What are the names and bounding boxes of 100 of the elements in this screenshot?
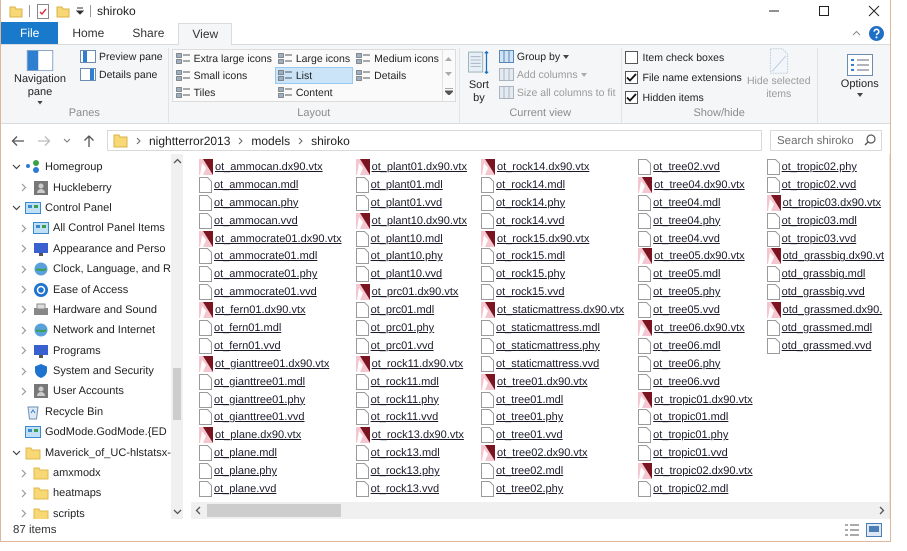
file-name[interactable]: ot_tree02.phy [496, 482, 564, 495]
file-name[interactable]: ot_plane.phy [214, 465, 277, 478]
file-name[interactable]: ot_plant01.vvd [370, 196, 442, 209]
address-bar[interactable]: nightterror2013 models shiroko [107, 130, 762, 151]
collapse-icon[interactable] [852, 30, 861, 36]
tree-item[interactable]: System and Security [53, 365, 154, 378]
file-name[interactable]: ot_tree01.mdl [496, 394, 564, 406]
layout-option[interactable]: Large icons [274, 50, 354, 67]
collapsed-icon[interactable] [21, 386, 27, 396]
collapsed-icon[interactable] [21, 183, 27, 192]
tree-item[interactable]: GodMode.GodMode.{ED [45, 426, 167, 438]
large-icons-view-icon[interactable] [866, 523, 882, 537]
file-name[interactable]: ot_ammocan.mdl [214, 178, 298, 191]
file-name[interactable]: ot_rock13.dx90.vtx [372, 429, 464, 442]
layout-option[interactable]: List [274, 67, 354, 84]
checkbox[interactable] [624, 91, 638, 104]
file-name[interactable]: ot_gianttree01.dx90.vtx [215, 358, 330, 370]
file-name[interactable]: ot_tree05.vvd [653, 304, 720, 316]
file-name[interactable]: ot_tree02.mdl [496, 465, 564, 478]
back-icon[interactable] [11, 134, 25, 146]
file-name[interactable]: ot_staticmattress.dx90.vtx [496, 304, 624, 316]
file-name[interactable]: ot_ammocan.phy [214, 196, 298, 209]
file-name[interactable]: ot_tropic01.phy [653, 429, 728, 442]
file-name[interactable]: otd_grassmed.dx90. [782, 304, 882, 316]
file-name[interactable]: ot_ammocrate01.phy [214, 268, 318, 280]
file-name[interactable]: ot_tree06.dx90.vtx [654, 322, 745, 334]
more-icon[interactable] [444, 88, 453, 96]
file-name[interactable]: ot_rock14.mdl [496, 178, 566, 191]
checkbox[interactable] [624, 51, 638, 64]
file-name[interactable]: ot_rock11.phy [370, 394, 439, 406]
collapsed-icon[interactable] [21, 305, 27, 314]
tree-item[interactable]: Maverick_of_UC-hlstatsx- [45, 446, 171, 459]
pane-toggle-button[interactable]: Preview pane [78, 48, 165, 65]
sort-by-button[interactable]: Sort by [462, 48, 495, 107]
chevron-icon[interactable] [298, 136, 304, 144]
file-name[interactable]: ot_rock13.mdl [370, 447, 440, 460]
tree-item[interactable]: User Accounts [53, 385, 124, 398]
breadcrumb[interactable]: shiroko [311, 134, 350, 148]
scroll-thumb[interactable] [173, 368, 181, 420]
file-name[interactable]: ot_staticmattress.mdl [496, 322, 600, 334]
file-name[interactable]: ot_tree04.dx90.vtx [654, 178, 745, 191]
tree-item[interactable]: Control Panel [45, 202, 112, 214]
collapsed-icon[interactable] [21, 224, 27, 233]
collapsed-icon[interactable] [21, 244, 27, 254]
up-arrow-icon[interactable] [83, 134, 95, 148]
collapsed-icon[interactable] [21, 366, 27, 376]
file-name[interactable]: ot_tree01.dx90.vtx [496, 376, 588, 388]
file-name[interactable]: ot_plane.mdl [214, 447, 277, 460]
file-name[interactable]: ot_rock11.vvd [370, 411, 438, 424]
file-name[interactable]: ot_tropic01.dx90.vtx [654, 394, 753, 406]
breadcrumb[interactable]: models [251, 134, 290, 148]
close-icon[interactable] [868, 5, 880, 17]
file-name[interactable]: ot_tropic03.vvd [782, 232, 856, 244]
tree-item[interactable]: Hardware and Sound [53, 304, 157, 316]
help-icon[interactable] [869, 26, 884, 40]
file-name[interactable]: ot_gianttree01.vvd [214, 411, 305, 424]
file-name[interactable]: otd_grassmed.vvd [782, 340, 872, 352]
file-name[interactable]: ot_plant10.mdl [370, 232, 443, 244]
scroll-left-icon[interactable] [195, 506, 201, 515]
tree-item[interactable]: scripts [53, 508, 85, 519]
file-name[interactable]: ot_rock15.dx90.vtx [496, 232, 590, 244]
chevron-icon[interactable] [238, 136, 244, 144]
file-name[interactable]: ot_tree02.dx90.vtx [496, 447, 588, 460]
tree-item[interactable]: Ease of Access [53, 284, 128, 296]
collapsed-icon[interactable] [21, 285, 27, 294]
file-name[interactable]: ot_ammocrate01.vvd [214, 286, 317, 298]
file-name[interactable]: ot_rock15.mdl [496, 250, 566, 262]
view-command-button[interactable]: Group by [496, 48, 618, 65]
file-name[interactable]: ot_plane.dx90.vtx [215, 429, 302, 442]
navigation-pane-button[interactable]: Navigation pane [4, 48, 76, 107]
file-name[interactable]: ot_rock14.dx90.vtx [496, 160, 590, 173]
scrollbar[interactable] [191, 502, 889, 519]
scrollbar[interactable] [171, 154, 183, 519]
collapsed-icon[interactable] [21, 468, 27, 478]
file-name[interactable]: ot_tropic02.dx90.vtx [654, 465, 753, 478]
layout-option[interactable]: Details [353, 67, 442, 84]
file-name[interactable]: ot_fern01.vvd [214, 340, 281, 352]
tree-item[interactable]: amxmodx [53, 467, 101, 480]
details-view-icon[interactable] [844, 523, 860, 537]
tree-item[interactable]: Clock, Language, and R [52, 263, 171, 276]
dropdown-icon[interactable] [76, 7, 84, 15]
search-field[interactable]: Search shiroko [770, 130, 882, 151]
pane-toggle-button[interactable]: Details pane [78, 66, 165, 83]
file-name[interactable]: ot_rock15.phy [496, 268, 566, 280]
file-name[interactable]: ot_tropic02.vvd [782, 178, 856, 191]
file-name[interactable]: ot_fern01.mdl [214, 322, 282, 334]
chevron-icon[interactable] [136, 136, 141, 144]
file-name[interactable]: ot_staticmattress.phy [496, 340, 600, 352]
collapsed-icon[interactable] [21, 509, 27, 518]
file-name[interactable]: ot_prc01.mdl [370, 304, 434, 316]
file-name[interactable]: ot_ammocrate01.mdl [214, 250, 318, 262]
tree-item[interactable]: All Control Panel Items [53, 222, 165, 234]
file-name[interactable]: ot_tree05.mdl [653, 268, 720, 280]
file-name[interactable]: ot_ammocan.vvd [214, 214, 298, 227]
layout-option[interactable]: Medium icons [353, 50, 442, 67]
file-name[interactable]: otd_grassbig.vvd [782, 286, 865, 298]
scroll-right-icon[interactable] [879, 506, 885, 515]
file-name[interactable]: ot_tropic02.phy [782, 160, 857, 173]
file-name[interactable]: ot_tree05.dx90.vtx [654, 250, 745, 262]
file-name[interactable]: ot_prc01.phy [370, 322, 434, 334]
